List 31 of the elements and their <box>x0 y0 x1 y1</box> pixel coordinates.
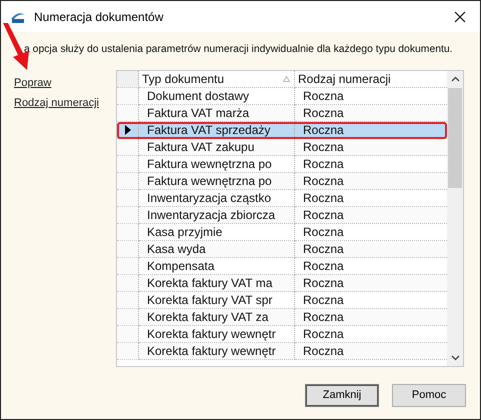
table-row[interactable]: Faktura VAT sprzedaży Roczna <box>117 122 447 139</box>
table-row[interactable]: Inwentaryzacja zbiorcza Roczna <box>117 207 447 224</box>
table-row[interactable]: Korekta faktury VAT za Roczna <box>117 309 447 326</box>
table-row[interactable]: Korekta faktury wewnętr Roczna <box>117 343 447 360</box>
action-link[interactable]: Popraw <box>14 77 52 89</box>
table-cell: Kasa wyda <box>139 241 295 258</box>
table-cell: Korekta faktury VAT za <box>139 309 295 326</box>
table-cell: Faktura wewnętrzna po <box>139 173 295 190</box>
scroll-down-icon[interactable] <box>450 355 460 361</box>
table-cell: Korekta faktury VAT ma <box>139 275 295 292</box>
dialog-button[interactable]: Zamknij <box>305 384 379 406</box>
table-row[interactable]: Faktura VAT zakupu Roczna <box>117 139 447 156</box>
table-cell: Korekta faktury wewnętr <box>139 343 295 360</box>
table-cell: Inwentaryzacja zbiorcza <box>139 207 295 224</box>
window-title: Numeracja dokumentów <box>34 10 164 24</box>
description-text: a opcja służy do ustalenia parametrów numeracji indywidualnie dla każdego typu dokumentu. <box>23 43 454 56</box>
current-row-icon <box>124 125 130 135</box>
table-cell: Faktura VAT zakupu <box>139 139 295 156</box>
table-row[interactable]: Faktura VAT marża Roczna <box>117 105 447 122</box>
scroll-up-icon[interactable] <box>450 76 460 82</box>
table-row[interactable]: Kasa wyda Roczna <box>117 241 447 258</box>
row-header-corner <box>117 71 139 88</box>
action-link[interactable]: Rodzaj numeracji <box>14 97 99 109</box>
close-icon <box>454 10 466 22</box>
table-row[interactable]: Korekta faktury VAT ma Roczna <box>117 275 447 292</box>
table-row[interactable]: Faktura wewnętrzna po Roczna <box>117 173 447 190</box>
scrollbar[interactable] <box>447 71 463 366</box>
column-header[interactable]: Typ dokumentu <box>139 71 295 88</box>
scrollbar-thumb[interactable] <box>448 88 462 188</box>
sort-icon <box>283 76 290 82</box>
dialog-button[interactable]: Pomoc <box>392 384 466 406</box>
